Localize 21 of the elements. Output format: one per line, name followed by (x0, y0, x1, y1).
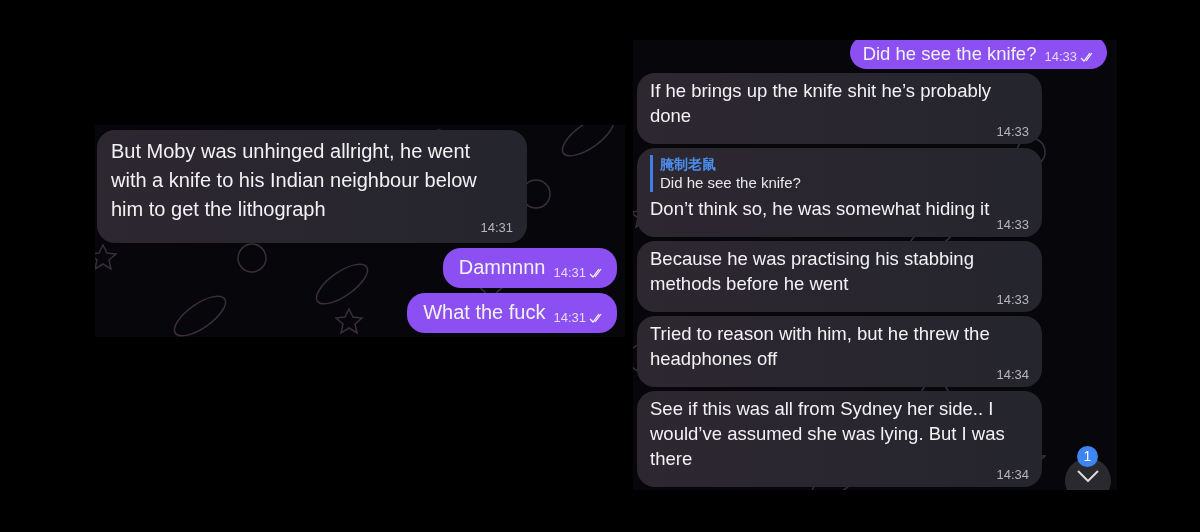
quote-text: Did he see the knife? (660, 173, 802, 192)
message-time: 14:33 (996, 125, 1029, 139)
message-text: Because he was practising his stabbing methods before he went (650, 247, 975, 296)
message-text: If he brings up the knife shit he’s probably done (650, 79, 993, 128)
message-text: Don’t think so, he was somewhat hiding it (650, 197, 990, 221)
message-time: 14:33 (996, 218, 1029, 232)
message-text: Tried to reason with him, but he threw the headphones off (650, 322, 991, 371)
message-time: 14:31 (553, 266, 586, 280)
message-text: See if this was all from Sydney her side.. I would’ve assumed she was lying. But I was there (650, 397, 1006, 470)
message-text: Did he see the knife? (862, 42, 1037, 66)
message-time: 14:34 (996, 468, 1029, 482)
message-text: What the fuck (423, 300, 546, 325)
quote-author: 腌制老鼠 (660, 155, 717, 173)
message-text: Damnnnn (458, 255, 546, 280)
message-time: 14:33 (1044, 50, 1077, 64)
message-time: 14:31 (553, 311, 586, 325)
message-time: 14:31 (480, 221, 513, 235)
message-text: But Moby was unhinged allright, he went with a knife to his Indian neighbour below him to get the lithograph (111, 139, 478, 222)
message-time: 14:33 (996, 293, 1029, 307)
chevron-down-icon (1077, 470, 1099, 482)
message-time: 14:34 (996, 368, 1029, 382)
